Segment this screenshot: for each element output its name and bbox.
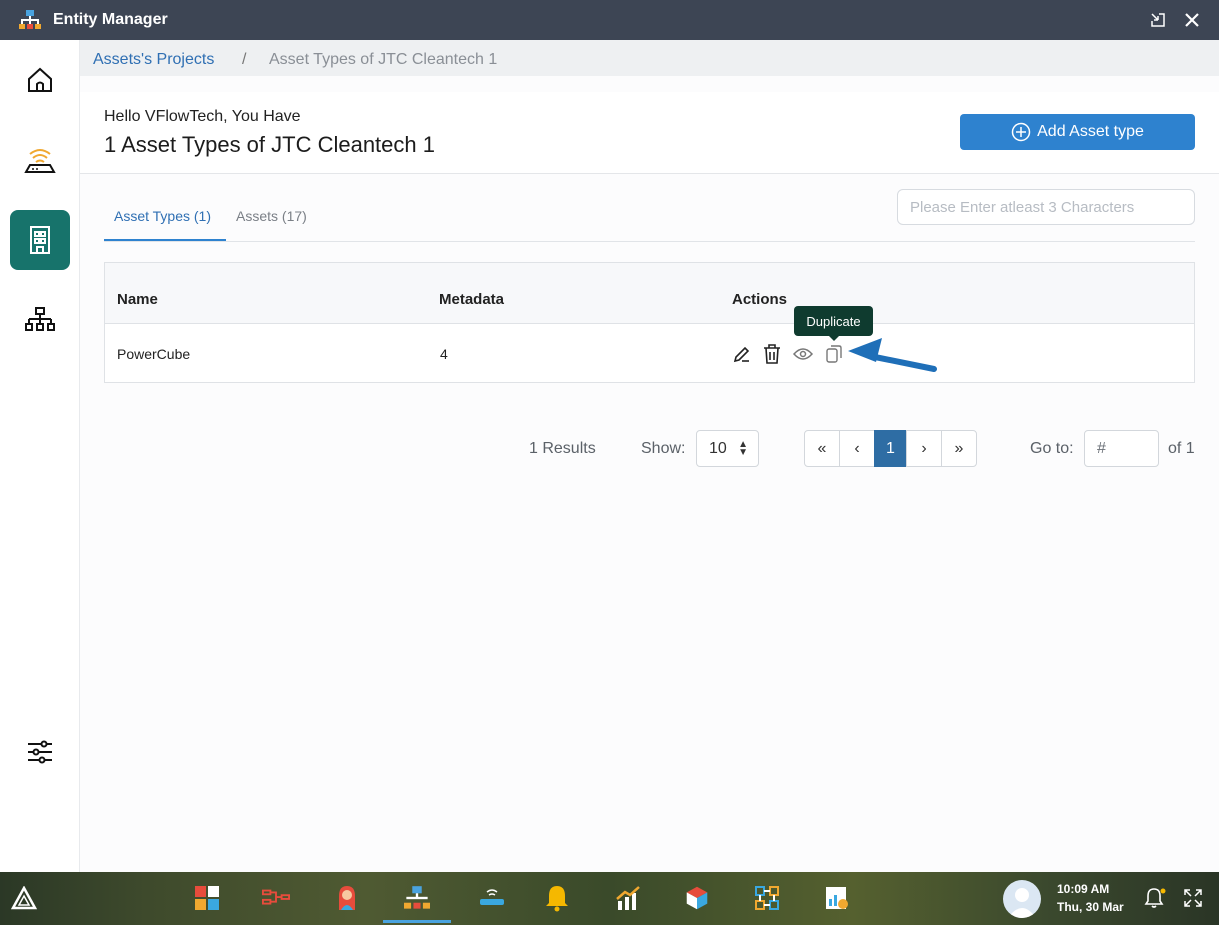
breadcrumb-current: Asset Types of JTC Cleantech 1 (269, 51, 498, 68)
next-page-button[interactable]: › (906, 430, 942, 467)
tab-assets[interactable]: Assets (17) (236, 208, 307, 224)
show-label: Show: (641, 440, 686, 457)
page-header: Hello VFlowTech, You Have 1 Asset Types … (80, 92, 1219, 174)
page-title: 1 Asset Types of JTC Cleantech 1 (104, 132, 435, 157)
entity-manager-app-icon[interactable] (403, 884, 431, 912)
minimize-window-icon[interactable] (1146, 8, 1170, 32)
rail-home[interactable] (10, 50, 70, 110)
current-page-button[interactable]: 1 (874, 430, 907, 467)
pagination: « ‹ 1 › » (804, 430, 977, 467)
asset-types-table: Name Metadata Actions PowerCube 4 (104, 262, 1195, 383)
entity-manager-icon (19, 10, 41, 30)
side-rail (0, 40, 80, 872)
cell-metadata: 4 (440, 346, 448, 362)
results-count: 1 Results (529, 440, 596, 457)
dashboard-app-icon[interactable] (193, 884, 221, 912)
total-pages-label: of 1 (1168, 440, 1195, 457)
taskbar: 10:09 AM Thu, 30 Mar (0, 872, 1219, 925)
tooltip-tail (829, 336, 839, 341)
previous-page-button[interactable]: ‹ (839, 430, 875, 467)
add-asset-type-label: Add Asset type (1037, 123, 1144, 140)
goto-label: Go to: (1030, 440, 1074, 457)
delete-icon[interactable] (761, 343, 783, 365)
last-page-button[interactable]: » (941, 430, 977, 467)
rail-devices[interactable] (10, 130, 70, 190)
breadcrumb-projects-link[interactable]: Assets's Projects (93, 51, 214, 69)
column-header-actions: Actions (732, 291, 788, 308)
table-header (105, 263, 1194, 324)
home-icon (28, 67, 52, 92)
analytics-app-icon[interactable] (614, 884, 642, 912)
edit-icon[interactable] (731, 343, 753, 365)
notification-bell-icon[interactable] (1141, 884, 1169, 912)
start-logo-icon[interactable] (10, 884, 38, 912)
page-size-select[interactable]: 10 ▲ ▼ (696, 430, 759, 467)
search-input[interactable] (897, 189, 1195, 225)
goto-page-input[interactable] (1084, 430, 1159, 467)
view-icon[interactable] (792, 343, 814, 365)
breadcrumb-separator: / (242, 51, 247, 68)
first-page-button[interactable]: « (804, 430, 840, 467)
column-header-metadata: Metadata (439, 291, 505, 308)
column-header-name: Name (117, 291, 158, 308)
active-app-indicator (383, 920, 451, 923)
alarm-app-icon[interactable] (543, 884, 571, 912)
active-tab-indicator (104, 239, 226, 241)
workflow-app-icon[interactable] (753, 884, 781, 912)
rail-assets[interactable] (10, 210, 70, 270)
clock-date: Thu, 30 Mar (1057, 900, 1124, 914)
sort-caret-icon: ▲ ▼ (738, 439, 748, 458)
rail-entities[interactable] (10, 290, 70, 350)
main-content: Assets's Projects / Asset Types of JTC C… (80, 40, 1219, 872)
plus-circle-icon (1011, 122, 1031, 142)
breadcrumb: Assets's Projects / Asset Types of JTC C… (80, 40, 1219, 76)
greeting-text: Hello VFlowTech, You Have (104, 108, 301, 125)
user-avatar[interactable] (1003, 880, 1041, 918)
router-icon (24, 149, 56, 173)
clock-time: 10:09 AM (1057, 882, 1110, 896)
model-app-icon[interactable] (683, 884, 711, 912)
sliders-icon (28, 740, 52, 764)
building-icon (30, 226, 50, 254)
duplicate-icon[interactable] (823, 343, 845, 365)
tab-asset-types[interactable]: Asset Types (1) (114, 208, 211, 224)
hierarchy-icon (25, 307, 55, 331)
report-app-icon[interactable] (823, 884, 851, 912)
close-icon[interactable] (1180, 8, 1204, 32)
duplicate-tooltip: Duplicate (794, 306, 873, 336)
rail-settings[interactable] (10, 722, 70, 782)
flow-app-icon[interactable] (262, 884, 290, 912)
device-app-icon[interactable] (478, 884, 506, 912)
page-size-value: 10 (709, 439, 727, 457)
pointer-arrow-annotation (848, 338, 937, 372)
title-bar: Entity Manager (0, 0, 1219, 40)
user-app-icon[interactable] (333, 884, 361, 912)
fullscreen-icon[interactable] (1179, 884, 1207, 912)
add-asset-type-button[interactable]: Add Asset type (960, 114, 1195, 150)
app-title: Entity Manager (53, 11, 168, 28)
cell-name: PowerCube (117, 346, 191, 362)
